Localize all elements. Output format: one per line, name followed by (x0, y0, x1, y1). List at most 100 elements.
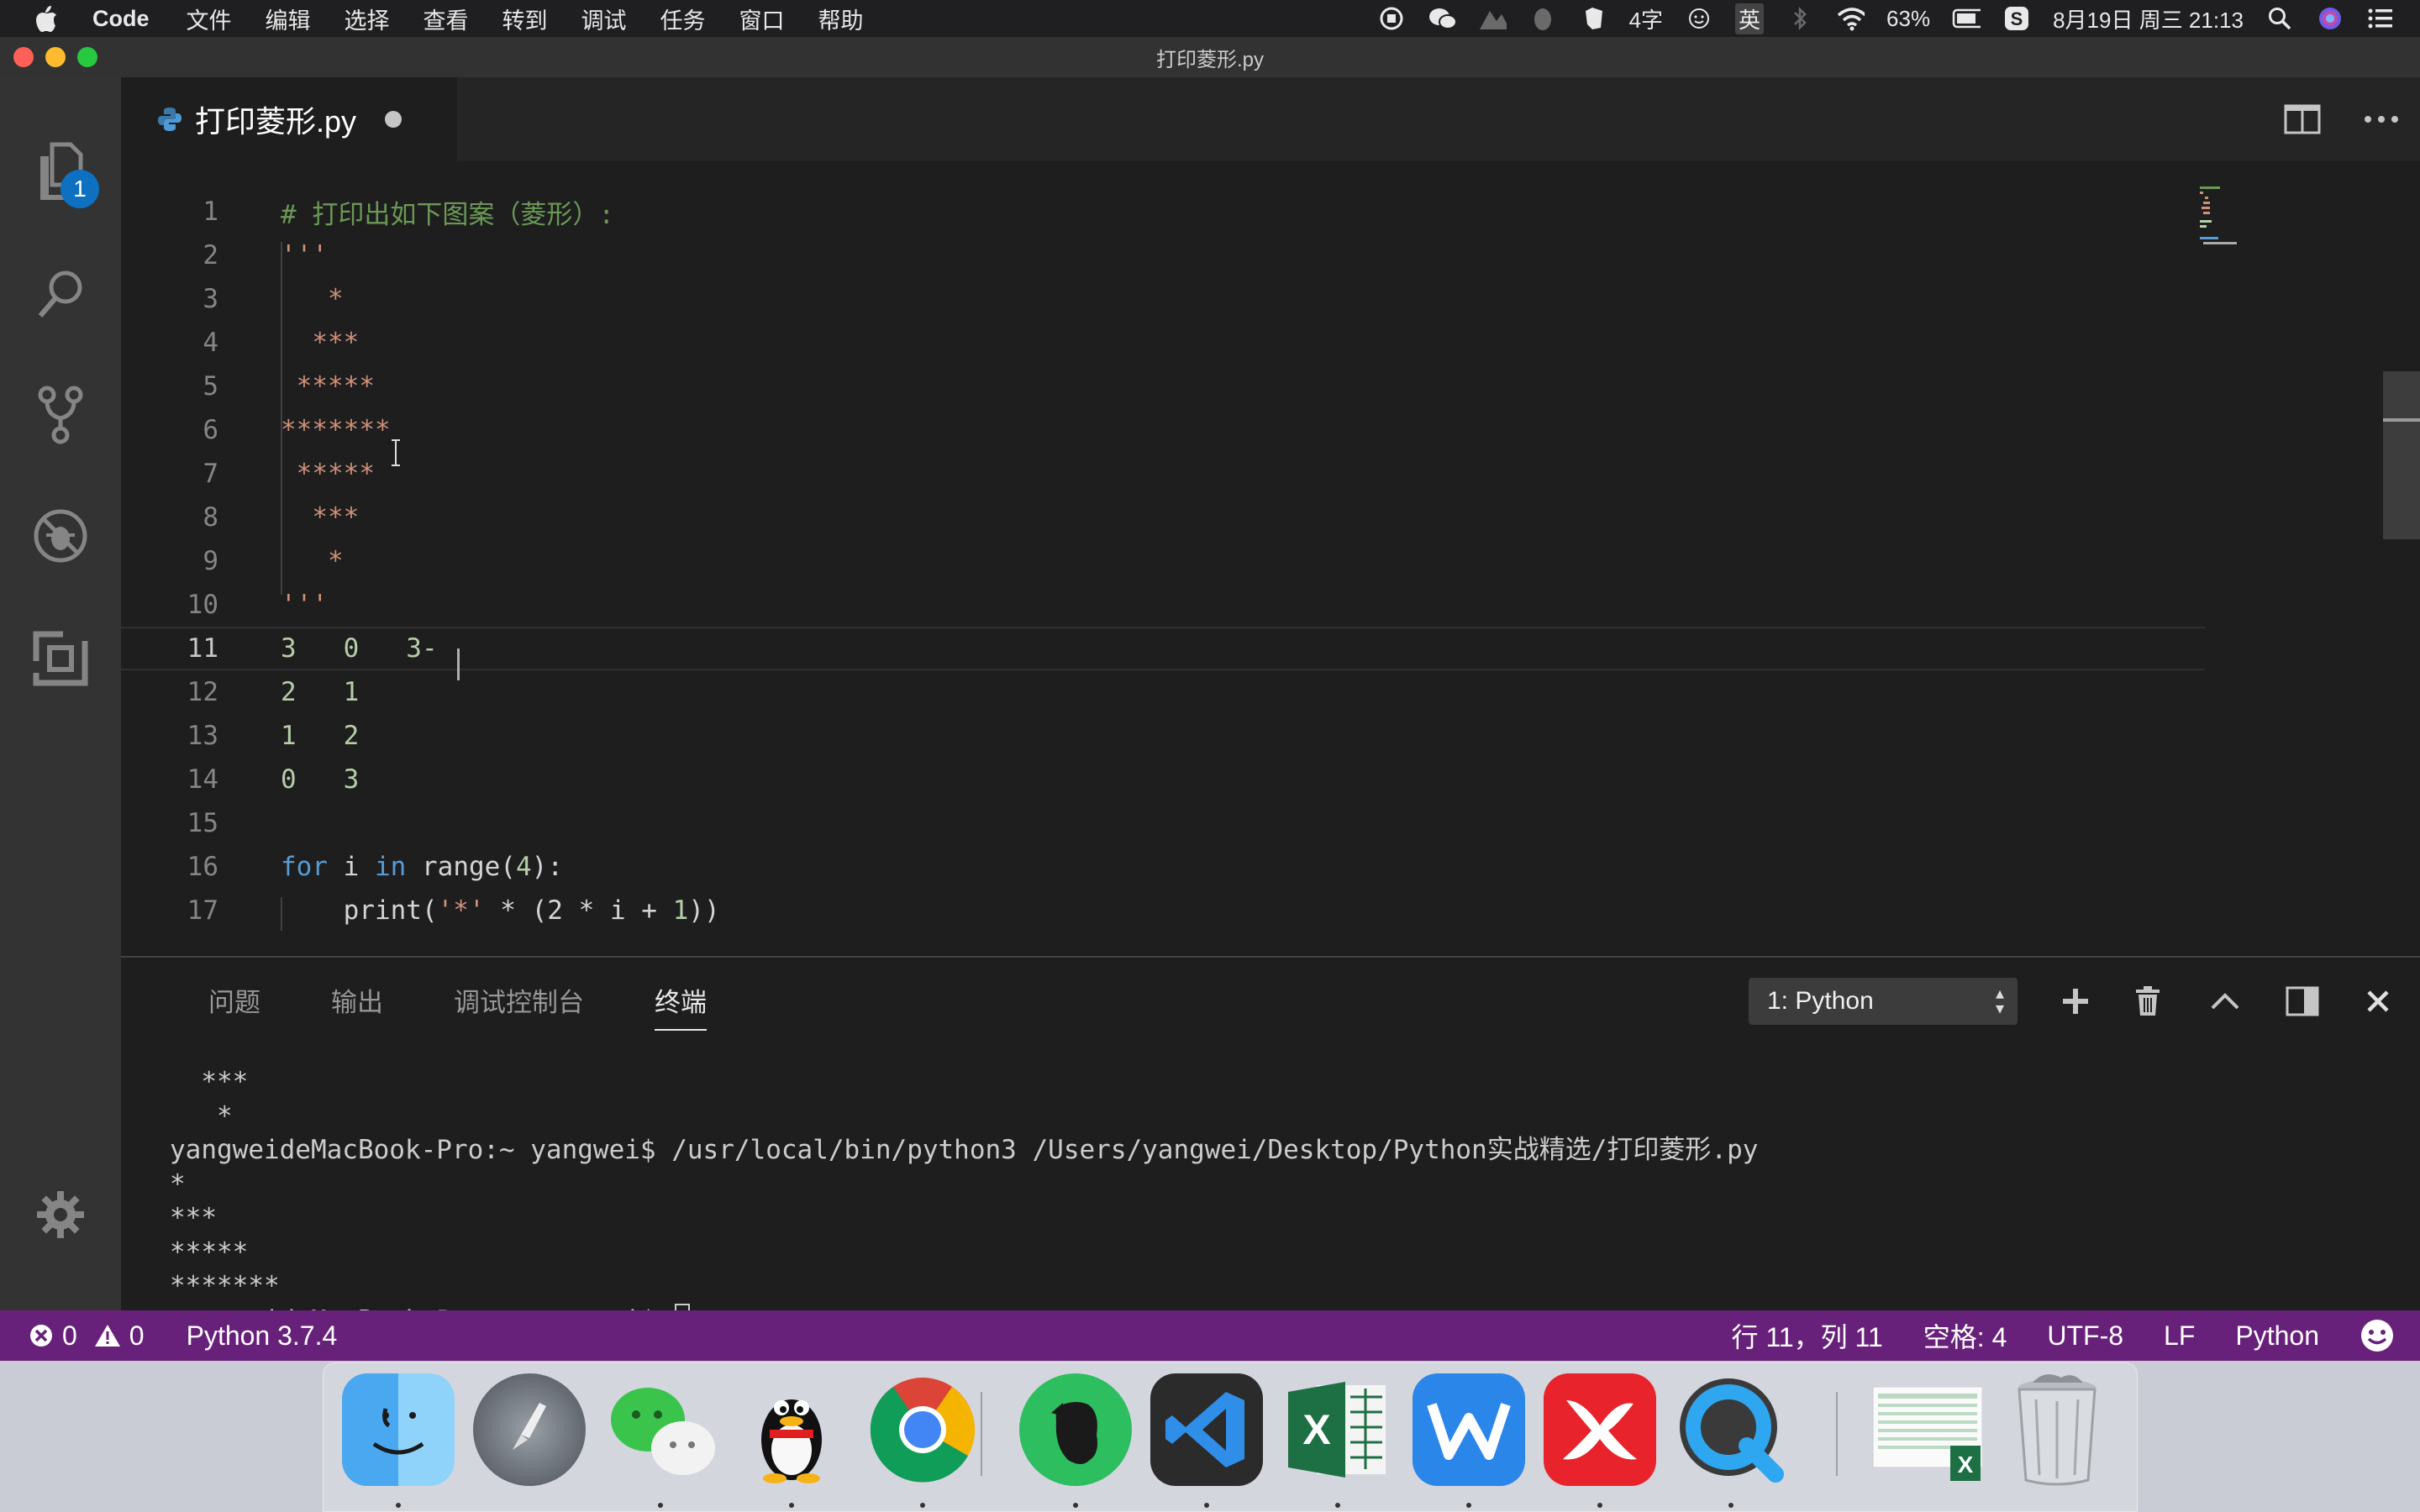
new-terminal-plus-icon[interactable] (2054, 979, 2097, 1023)
more-actions-icon[interactable] (2360, 97, 2403, 141)
extensions-icon[interactable] (27, 625, 94, 692)
menu-window[interactable]: 窗口 (739, 3, 785, 35)
s-app-icon[interactable]: S (2002, 4, 2031, 33)
tab-problems[interactable]: 问题 (208, 981, 260, 1019)
menu-tasks[interactable]: 任务 (660, 3, 706, 35)
chrome-icon[interactable] (866, 1373, 979, 1486)
code-editor[interactable]: 1 # 打印出如下图案（菱形）: 2 ''' 3 * 4 *** 5 ***** 6… (121, 161, 2420, 956)
code-line[interactable]: 1 # 打印出如下图案（菱形）: (121, 190, 2205, 234)
split-editor-icon[interactable] (2281, 97, 2324, 141)
editor-tab-active[interactable]: 打印菱形.py (121, 77, 457, 161)
mountain-icon[interactable] (1478, 4, 1507, 33)
code-line[interactable]: 14 0 3 (121, 758, 2205, 801)
dock-separator (981, 1392, 982, 1476)
apple-menu-icon[interactable] (34, 4, 76, 33)
maximize-panel-chevron-up-icon[interactable] (2203, 979, 2247, 1023)
python-interpreter[interactable]: Python 3.7.4 (187, 1320, 338, 1352)
language-mode[interactable]: Python (2235, 1320, 2319, 1352)
code-line[interactable]: 9 * (121, 539, 2205, 583)
code-line[interactable]: 16 for i in range(4): (121, 845, 2205, 889)
wechat-icon[interactable] (604, 1373, 717, 1486)
code-token: * (2 * i + (484, 895, 673, 926)
end-of-line[interactable]: LF (2164, 1320, 2195, 1352)
qq-status-icon[interactable] (1528, 4, 1557, 33)
trash-icon[interactable] (2001, 1373, 2113, 1486)
wechat-status-icon[interactable] (1428, 4, 1456, 33)
excel-icon[interactable]: X (1281, 1373, 1394, 1486)
editor-scrollbar-thumb[interactable] (2383, 371, 2420, 539)
bluetooth-icon[interactable] (1786, 4, 1814, 33)
finder-icon[interactable] (342, 1373, 455, 1486)
code-line[interactable]: 13 1 2 (121, 714, 2205, 758)
evernote-status-icon[interactable] (1579, 4, 1607, 33)
code-line[interactable]: 8 *** (121, 496, 2205, 539)
number-token: 4 (515, 852, 532, 882)
warning-count: 0 (129, 1320, 145, 1351)
menu-file[interactable]: 文件 (187, 3, 232, 35)
code-line[interactable]: 4 *** (121, 321, 2205, 365)
feedback-smiley-icon[interactable] (2360, 1318, 2395, 1353)
quicktime-icon[interactable] (1675, 1373, 1787, 1486)
toggle-panel-position-icon[interactable] (2281, 979, 2324, 1023)
launchpad-icon[interactable] (473, 1373, 586, 1486)
menu-debug[interactable]: 调试 (581, 3, 627, 35)
siri-icon[interactable] (2316, 4, 2344, 33)
menu-go[interactable]: 转到 (502, 3, 548, 35)
errors-status[interactable]: 0 0 (29, 1320, 145, 1352)
cursor-position[interactable]: 行 11，列 11 (1732, 1316, 1883, 1355)
input-language-badge[interactable]: 英 (1735, 3, 1765, 34)
indentation[interactable]: 空格: 4 (1923, 1316, 2007, 1355)
running-indicator (920, 1503, 925, 1508)
window-maximize-button[interactable] (77, 47, 97, 67)
menu-help[interactable]: 帮助 (818, 3, 864, 35)
code-line[interactable]: 3 * (121, 277, 2205, 321)
code-text: for i in range(4): (281, 852, 563, 882)
settings-gear-icon[interactable] (27, 1181, 94, 1248)
notification-center-icon[interactable] (2366, 4, 2395, 33)
current-code-line[interactable]: 11 3 0 3- (121, 627, 2205, 670)
unsaved-dot-icon[interactable] (385, 111, 402, 128)
menubar-clock[interactable]: 8月19日 周三 21:13 (2053, 3, 2244, 34)
menu-edit[interactable]: 编辑 (266, 3, 311, 35)
xmind-icon[interactable] (1544, 1373, 1656, 1486)
input-method-status[interactable]: 4字 (1629, 3, 1663, 34)
menu-app-name[interactable]: Code (92, 6, 150, 32)
terminal-select-dropdown[interactable]: 1: Python ▴ ▾ (1749, 978, 2018, 1025)
code-line[interactable]: 10 ''' (121, 583, 2205, 627)
evernote-icon[interactable] (1019, 1373, 1132, 1486)
tab-debug-console[interactable]: 调试控制台 (454, 981, 584, 1019)
spotlight-search-icon[interactable] (2265, 4, 2294, 33)
menu-selection[interactable]: 选择 (345, 3, 390, 35)
wps-icon[interactable] (1413, 1373, 1525, 1486)
code-line[interactable]: 6 ******* (121, 408, 2205, 452)
qq-icon[interactable] (735, 1373, 848, 1486)
excel-document-icon[interactable]: X (1870, 1373, 1982, 1486)
menu-view[interactable]: 查看 (424, 3, 469, 35)
tab-terminal[interactable]: 终端 (655, 981, 707, 1031)
record-icon[interactable] (1377, 4, 1406, 33)
vscode-icon[interactable] (1150, 1373, 1263, 1486)
code-line[interactable]: 5 ***** (121, 365, 2205, 408)
source-control-icon[interactable] (27, 381, 94, 449)
minimap[interactable] (2200, 186, 2250, 254)
wifi-icon[interactable] (1836, 4, 1865, 33)
terminal-output[interactable]: *** * yangweideMacBook-Pro:~ yangwei$ /us… (170, 1065, 1758, 1337)
window-close-button[interactable] (13, 47, 34, 67)
debug-icon[interactable] (27, 502, 94, 570)
code-line[interactable]: 15 (121, 801, 2205, 845)
battery-icon[interactable] (1952, 4, 1981, 33)
search-icon[interactable] (27, 260, 94, 328)
close-panel-icon[interactable] (2356, 979, 2400, 1023)
terminal-line: yangweideMacBook-Pro:~ yangwei$ /usr/loc… (170, 1135, 1759, 1165)
code-line[interactable]: 12 2 1 (121, 670, 2205, 714)
code-line[interactable]: 7 ***** (121, 452, 2205, 496)
code-line[interactable]: 17 print('*' * (2 * i + 1)) (121, 889, 2205, 932)
tab-output[interactable]: 输出 (331, 981, 383, 1019)
line-number: 6 (203, 415, 218, 445)
select-arrows-icon: ▴ ▾ (1995, 984, 2004, 1018)
window-minimize-button[interactable] (45, 47, 66, 67)
encoding[interactable]: UTF-8 (2047, 1320, 2123, 1352)
window-title: 打印菱形.py (1155, 48, 1264, 71)
code-line[interactable]: 2 ''' (121, 234, 2205, 277)
kill-terminal-trash-icon[interactable] (2126, 979, 2170, 1023)
